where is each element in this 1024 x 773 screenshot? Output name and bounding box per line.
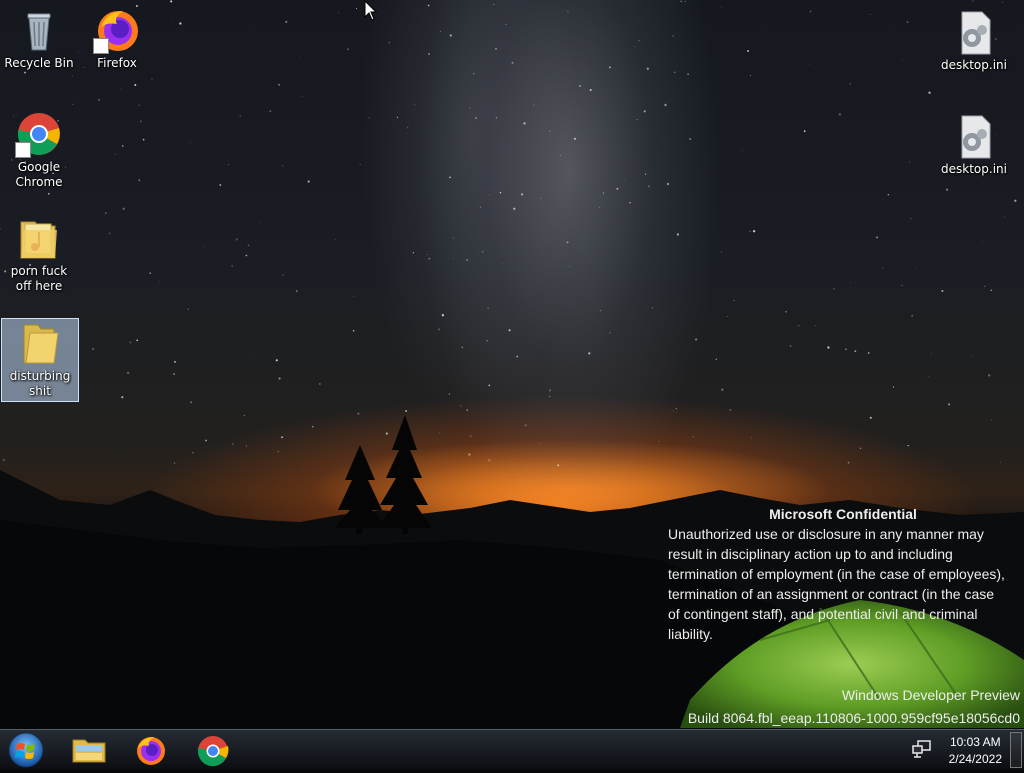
watermark-body: Unauthorized use or disclosure in any ma…	[668, 526, 1005, 642]
desktop-icon-google-chrome[interactable]: Google Chrome	[1, 110, 77, 190]
settings-file-icon	[950, 112, 998, 160]
desktop-icon-label: Google Chrome	[15, 160, 63, 189]
firefox-icon	[93, 6, 141, 54]
network-icon[interactable]	[912, 740, 932, 758]
edition-label: Windows Developer Preview	[841, 687, 1020, 703]
desktop-icon-firefox[interactable]: Firefox	[79, 6, 155, 71]
shortcut-arrow-icon	[93, 38, 109, 54]
build-info: Windows Developer Preview Build 8064.fbl…	[688, 684, 1020, 730]
desktop-wallpaper	[0, 0, 1024, 768]
desktop-icon-recycle-bin[interactable]: Recycle Bin	[1, 6, 77, 71]
chrome-icon	[15, 110, 63, 158]
desktop-icon-desktop-ini[interactable]: desktop.ini	[936, 8, 1012, 73]
start-button[interactable]	[6, 731, 46, 769]
show-desktop-button[interactable]	[1010, 732, 1022, 768]
system-clock[interactable]: 10:03 AM 2/24/2022	[949, 734, 1002, 768]
folder-icon	[16, 319, 64, 367]
desktop-icon-label: Recycle Bin	[4, 56, 74, 70]
taskbar-file-explorer-button[interactable]	[64, 732, 114, 768]
desktop-icon-music-folder[interactable]: porn fuck off here	[1, 214, 77, 294]
desktop-icon-label: Firefox	[97, 56, 137, 70]
confidential-watermark: Microsoft Confidential Unauthorized use …	[668, 504, 1008, 644]
desktop-icon-label: disturbing shit	[9, 369, 71, 398]
windows-start-orb-icon	[8, 732, 44, 768]
taskbar-chrome-button[interactable]	[188, 732, 238, 768]
desktop-icon-folder[interactable]: disturbing shit	[1, 318, 79, 402]
chrome-icon	[197, 736, 229, 767]
build-label: Build 8064.fbl_eeap.110806-1000.959cf95e…	[687, 710, 1020, 726]
firefox-icon	[137, 737, 165, 765]
taskbar-firefox-button[interactable]	[126, 732, 176, 768]
taskbar: 10:03 AM 2/24/2022	[0, 729, 1024, 769]
clock-time: 10:03 AM	[949, 735, 1001, 749]
mouse-cursor-icon	[364, 0, 378, 21]
file-explorer-icon	[72, 739, 106, 763]
desktop-icon-desktop-ini[interactable]: desktop.ini	[936, 112, 1012, 177]
music-folder-icon	[15, 214, 63, 262]
shortcut-arrow-icon	[15, 142, 31, 158]
watermark-title: Microsoft Confidential	[769, 506, 917, 522]
landscape-silhouette	[0, 415, 1024, 768]
desktop-icon-label: desktop.ini	[941, 58, 1007, 72]
settings-file-icon	[950, 8, 998, 56]
desktop-icon-label: desktop.ini	[941, 162, 1007, 176]
recycle-bin-icon	[15, 6, 63, 54]
desktop-icon-label: porn fuck off here	[10, 264, 68, 293]
clock-date: 2/24/2022	[948, 752, 1002, 766]
